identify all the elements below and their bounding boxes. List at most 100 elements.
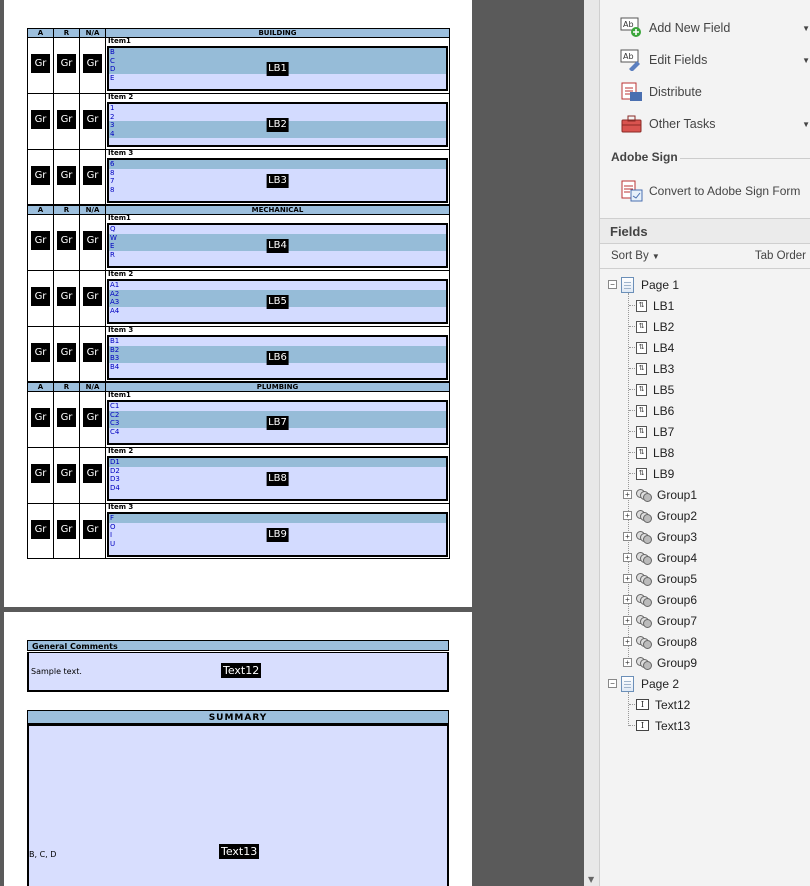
- list-box-option[interactable]: D1: [109, 458, 446, 467]
- group-radio-button[interactable]: Gr: [31, 464, 50, 483]
- group-radio-button[interactable]: Gr: [31, 110, 50, 129]
- group-radio-button[interactable]: Gr: [31, 408, 50, 427]
- group-radio-button[interactable]: Gr: [57, 54, 76, 73]
- group-radio-button[interactable]: Gr: [31, 54, 50, 73]
- group-radio-button[interactable]: Gr: [57, 464, 76, 483]
- tree-page-1[interactable]: − Page 1: [608, 274, 679, 295]
- group-radio-button[interactable]: Gr: [31, 342, 50, 362]
- text12-field[interactable]: Sample text. Text12: [27, 652, 449, 692]
- expand-icon[interactable]: +: [623, 637, 632, 646]
- list-box-icon: ⇅: [636, 383, 647, 396]
- list-box-option[interactable]: C1: [109, 402, 446, 411]
- group-radio-button[interactable]: Gr: [57, 110, 76, 129]
- group-radio-button[interactable]: Gr: [57, 519, 76, 539]
- tree-field-item[interactable]: ⇅ LB7: [629, 421, 674, 442]
- tree-group-item[interactable]: + Group3: [623, 526, 697, 547]
- expand-icon[interactable]: +: [623, 553, 632, 562]
- expand-icon[interactable]: +: [623, 532, 632, 541]
- group-radio-button[interactable]: Gr: [83, 231, 102, 250]
- tree-field-item[interactable]: I Text12: [629, 694, 690, 715]
- expand-icon[interactable]: +: [623, 490, 632, 499]
- group-radio-button[interactable]: Gr: [57, 165, 76, 185]
- tree-branch: [629, 410, 635, 411]
- group-radio-button[interactable]: Gr: [31, 165, 50, 185]
- section-title: MECHANICAL: [105, 205, 450, 215]
- list-box-field[interactable]: D1 D2 D3 D4 LB8: [107, 456, 448, 501]
- collapse-icon[interactable]: −: [608, 679, 617, 688]
- list-box-option[interactable]: B1: [109, 337, 446, 346]
- tree-group-item[interactable]: + Group4: [623, 547, 697, 568]
- tree-group-item[interactable]: + Group7: [623, 610, 697, 631]
- tree-field-item[interactable]: ⇅ LB9: [629, 463, 674, 484]
- tree-field-item[interactable]: ⇅ LB5: [629, 379, 674, 400]
- list-box-option[interactable]: 1: [109, 104, 446, 113]
- list-box-field[interactable]: B1 B2 B3 B4 LB6: [107, 335, 448, 380]
- radio-cell: Gr: [79, 503, 106, 559]
- tree-group-item[interactable]: + Group8: [623, 631, 697, 652]
- tree-group-item[interactable]: + Group5: [623, 568, 697, 589]
- group-radio-button[interactable]: Gr: [57, 231, 76, 250]
- list-box-field[interactable]: C1 C2 C3 C4 LB7: [107, 400, 448, 445]
- group-radio-button[interactable]: Gr: [83, 519, 102, 539]
- tree-field-item[interactable]: ⇅ LB2: [629, 316, 674, 337]
- other-tasks-button[interactable]: Other Tasks ▼: [600, 109, 810, 139]
- scroll-down-arrow-icon[interactable]: ▼: [588, 875, 594, 884]
- list-box-option[interactable]: F: [109, 514, 446, 523]
- tree-group-item[interactable]: + Group9: [623, 652, 697, 673]
- list-box-field[interactable]: A1 A2 A3 A4 LB5: [107, 279, 448, 324]
- column-header: R: [53, 205, 80, 215]
- list-box-field[interactable]: 6 8 7 8 LB3: [107, 158, 448, 203]
- convert-to-adobe-sign-button[interactable]: Convert to Adobe Sign Form: [600, 176, 810, 206]
- tree-field-item[interactable]: ⇅ LB4: [629, 337, 674, 358]
- vertical-scrollbar[interactable]: ▼: [584, 0, 600, 886]
- group-radio-button[interactable]: Gr: [57, 408, 76, 427]
- list-box-field[interactable]: F O I U LB9: [107, 512, 448, 557]
- group-radio-button[interactable]: Gr: [83, 342, 102, 362]
- tree-branch: [629, 389, 635, 390]
- tree-group-item[interactable]: + Group6: [623, 589, 697, 610]
- list-box-option[interactable]: 6: [109, 160, 446, 169]
- list-box-field[interactable]: B C D E LB1: [107, 46, 448, 91]
- expand-icon[interactable]: +: [623, 511, 632, 520]
- list-box-option[interactable]: B: [109, 48, 446, 57]
- tree-group-item[interactable]: + Group2: [623, 505, 697, 526]
- chevron-down-icon: ▼: [802, 23, 810, 33]
- chevron-down-icon: ▼: [802, 119, 810, 129]
- group-radio-button[interactable]: Gr: [57, 287, 76, 306]
- expand-icon[interactable]: +: [623, 574, 632, 583]
- group-radio-button[interactable]: Gr: [57, 342, 76, 362]
- list-box-field[interactable]: Q W E R LB4: [107, 223, 448, 268]
- list-box-option[interactable]: A1: [109, 281, 446, 290]
- group-radio-button[interactable]: Gr: [83, 287, 102, 306]
- group-radio-button[interactable]: Gr: [31, 287, 50, 306]
- expand-icon[interactable]: +: [623, 595, 632, 604]
- list-box-option[interactable]: Q: [109, 225, 446, 234]
- group-radio-button[interactable]: Gr: [83, 110, 102, 129]
- tree-field-item[interactable]: ⇅ LB8: [629, 442, 674, 463]
- group-radio-button[interactable]: Gr: [31, 231, 50, 250]
- expand-icon[interactable]: +: [623, 616, 632, 625]
- tree-field-item[interactable]: ⇅ LB6: [629, 400, 674, 421]
- fields-sort-bar: Sort By ▼ Tab Order: [600, 245, 810, 269]
- group-radio-button[interactable]: Gr: [83, 464, 102, 483]
- tree-field-item[interactable]: ⇅ LB3: [629, 358, 674, 379]
- tree-page-2[interactable]: − Page 2: [608, 673, 679, 694]
- sort-by-dropdown[interactable]: Sort By ▼: [611, 250, 660, 262]
- group-radio-button[interactable]: Gr: [83, 54, 102, 73]
- list-box-field-tag: LB7: [266, 415, 289, 430]
- tab-order-button[interactable]: Tab Order: [755, 250, 806, 262]
- group-radio-button[interactable]: Gr: [83, 165, 102, 185]
- list-box-field[interactable]: 1 2 3 4 LB2: [107, 102, 448, 147]
- add-new-field-button[interactable]: Ab Add New Field ▼: [600, 13, 810, 43]
- edit-fields-button[interactable]: Ab Edit Fields ▼: [600, 45, 810, 75]
- collapse-icon[interactable]: −: [608, 280, 617, 289]
- group-radio-button[interactable]: Gr: [31, 519, 50, 539]
- text13-field[interactable]: B, C, D Text13: [27, 724, 449, 886]
- group-radio-button[interactable]: Gr: [83, 408, 102, 427]
- add-new-field-label: Add New Field: [649, 21, 731, 35]
- tree-field-item[interactable]: ⇅ LB1: [629, 295, 674, 316]
- tree-group-item[interactable]: + Group1: [623, 484, 697, 505]
- tree-field-item[interactable]: I Text13: [629, 715, 690, 736]
- distribute-button[interactable]: Distribute: [600, 77, 810, 107]
- expand-icon[interactable]: +: [623, 658, 632, 667]
